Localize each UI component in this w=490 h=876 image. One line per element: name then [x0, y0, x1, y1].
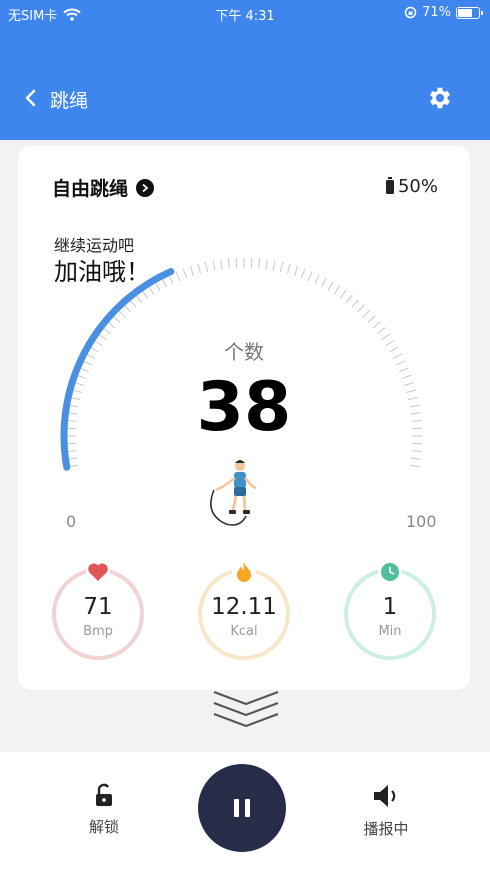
gauge-tick	[351, 299, 359, 308]
gauge-tick	[147, 285, 155, 295]
gauge-tick	[67, 457, 78, 460]
clock-icon	[378, 560, 402, 584]
gauge-tick	[227, 258, 230, 269]
gauge-tick	[66, 450, 77, 453]
chevron-left-icon	[25, 89, 36, 107]
pause-icon-bar-left	[234, 799, 239, 817]
gauge-tick	[411, 450, 422, 453]
gauge-tick	[175, 271, 181, 281]
gauge-tick	[367, 315, 376, 323]
back-button[interactable]	[18, 82, 42, 114]
gauge-tick	[265, 259, 268, 270]
device-battery-label: 50%	[397, 176, 438, 197]
battery-percent: 71%	[422, 5, 451, 20]
device-battery: 50%	[385, 176, 438, 197]
calories-metric: 12.11 Kcal	[196, 560, 292, 662]
heart-icon	[86, 560, 110, 584]
gauge-tick	[333, 285, 341, 295]
page-title: 跳绳	[50, 90, 89, 112]
gauge-tick	[117, 309, 126, 318]
gauge-tick	[307, 271, 313, 281]
gauge-tick	[409, 464, 420, 468]
jump-rope-figure	[210, 460, 257, 526]
unlock-label: 解锁	[88, 818, 119, 836]
heart-rate-value: 71	[83, 594, 113, 620]
count-label: 个数	[224, 340, 264, 364]
pause-button[interactable]	[198, 764, 286, 852]
gauge-tick	[154, 281, 161, 291]
mode-selector[interactable]: 自由跳绳	[52, 174, 155, 201]
gauge-tick	[294, 266, 299, 276]
battery-icon	[456, 6, 483, 19]
calories-value: 12.11	[211, 594, 277, 620]
broadcast-button[interactable]: 播报中	[346, 782, 426, 839]
status-bar: 无SIM卡 下午 4:31 71%	[0, 0, 490, 26]
workout-card: 自由跳绳 50% 继续运动吧 加油哦！ 个数 38 0 100 71 Bmp 1…	[18, 146, 470, 690]
gauge-tick	[372, 321, 381, 329]
duration-unit: Min	[378, 624, 402, 639]
gauge-tick	[357, 304, 365, 313]
gauge-tick	[129, 299, 137, 308]
gauge-tick	[327, 281, 334, 291]
navbar: 跳绳	[0, 78, 490, 118]
calories-unit: Kcal	[230, 624, 258, 639]
gauge-tick	[286, 263, 291, 274]
jump-count: 38	[196, 368, 292, 447]
gauge-tick	[204, 262, 209, 273]
gauge-tick	[189, 266, 194, 276]
gauge-tick	[161, 277, 167, 288]
gauge-tick	[345, 294, 353, 304]
broadcast-label: 播报中	[363, 820, 409, 838]
gauge-tick	[362, 309, 371, 318]
heart-rate-metric: 71 Bmp	[50, 560, 146, 662]
gauge-tick	[220, 259, 223, 270]
gauge-tick	[376, 327, 386, 335]
gauge-tick	[107, 321, 116, 329]
gauge-tick	[410, 457, 421, 460]
gauge-tick	[300, 268, 306, 279]
gauge-tick	[141, 289, 149, 299]
gauge-tick	[272, 260, 276, 271]
speaker-icon	[374, 785, 396, 807]
gauge-tick	[102, 327, 112, 335]
gauge-tick	[212, 260, 216, 271]
duration-metric: 1 Min	[342, 560, 438, 662]
gauge-tick	[279, 262, 284, 273]
header: 无SIM卡 下午 4:31 71% 跳绳	[0, 0, 490, 140]
gauge-tick	[135, 294, 143, 304]
duration-value: 1	[382, 594, 398, 620]
orientation-lock-icon	[404, 6, 417, 19]
expand-chevrons-icon[interactable]	[210, 688, 282, 730]
gauge-tick	[168, 274, 174, 284]
mode-label: 自由跳绳	[52, 178, 129, 200]
gauge-min-label: 0	[66, 512, 77, 531]
gauge-tick	[314, 274, 320, 284]
gauge-tick	[182, 268, 188, 279]
gauge-max-label: 100	[406, 512, 437, 531]
flame-icon	[232, 560, 256, 584]
heart-rate-unit: Bmp	[83, 624, 113, 639]
gauge-tick	[321, 277, 327, 288]
gauge-tick	[258, 258, 261, 269]
chevron-right-icon	[136, 178, 155, 197]
battery-icon	[385, 176, 394, 194]
gauge-tick	[112, 315, 121, 323]
pause-icon-bar-right	[245, 799, 250, 817]
gauge-tick	[197, 263, 202, 274]
unlock-icon	[96, 783, 112, 806]
gauge-tick	[339, 289, 347, 299]
gear-icon[interactable]	[426, 84, 454, 112]
bottom-bar: 解锁 播报中	[0, 752, 490, 876]
unlock-button[interactable]: 解锁	[64, 782, 144, 837]
